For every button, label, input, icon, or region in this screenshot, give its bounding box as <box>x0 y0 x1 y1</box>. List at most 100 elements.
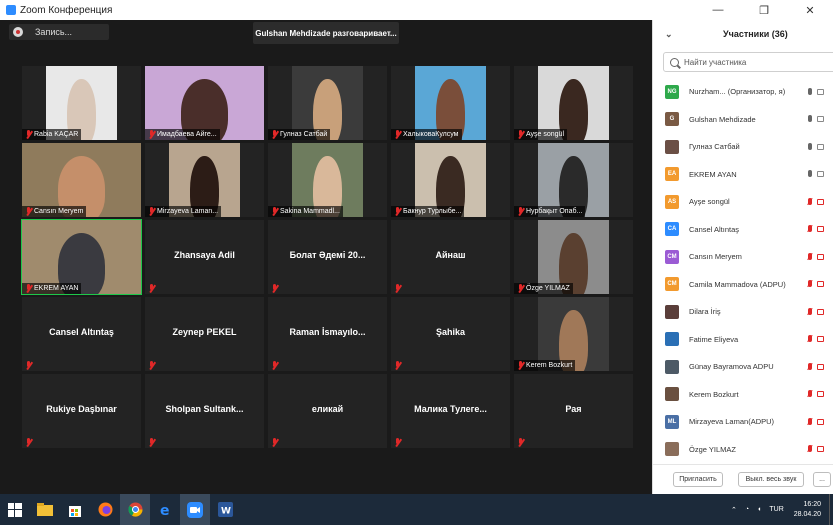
participant-tile[interactable]: EKREM AYAN <box>21 219 142 295</box>
muted-mic-icon <box>517 361 524 370</box>
participant-name: Cansın Meryem <box>34 208 84 215</box>
participant-tile[interactable]: Малика Тулеге... <box>391 374 510 448</box>
participants-title: Участники (36) <box>723 29 788 39</box>
participant-row[interactable]: NG Nurzham... (Организатор, я) <box>653 78 833 105</box>
participant-tile[interactable]: Zeynep PEKEL <box>145 297 264 371</box>
participant-name-tag: Cansın Meryem <box>22 206 87 217</box>
participant-tile[interactable]: Zhansaya Adil <box>145 220 264 294</box>
participant-row[interactable]: ML Mirzayeva Laman(ADPU) <box>653 408 833 435</box>
chrome-icon[interactable] <box>120 494 150 525</box>
restore-button[interactable]: ❐ <box>741 4 787 17</box>
participant-row[interactable]: CM Camila Mammadova (ADPU) <box>653 271 833 298</box>
muted-mic-icon[interactable] <box>808 252 824 262</box>
volume-icon[interactable]: ◖ <box>757 506 761 513</box>
language-indicator[interactable]: TUR <box>769 506 783 513</box>
participant-tile[interactable]: Имадбаева Айге... <box>145 66 264 140</box>
muted-mic-icon[interactable] <box>808 362 824 372</box>
participant-tile[interactable]: Болат Әдемі 20... <box>268 220 387 294</box>
svg-text:e: e <box>160 503 170 517</box>
participant-name: Özge YILMAZ <box>689 444 736 454</box>
participant-tile[interactable]: Şahika <box>391 297 510 371</box>
muted-mic-icon <box>148 284 155 293</box>
mute-all-button[interactable]: Выкл. весь звук <box>738 472 804 487</box>
participant-row[interactable]: Гулназ Сатбай <box>653 133 833 160</box>
close-button[interactable]: ✕ <box>787 4 833 17</box>
participant-tile[interactable]: Özge YILMAZ <box>514 220 633 294</box>
participant-row[interactable]: Kerem Bozkurt <box>653 381 833 408</box>
participant-row[interactable]: Fatime Eliyeva <box>653 326 833 353</box>
participant-tile[interactable]: Mirzayeva Laman... <box>145 143 264 217</box>
participant-tile[interactable]: Cansın Meryem <box>22 143 141 217</box>
muted-mic-icon[interactable] <box>808 334 824 344</box>
participant-name: Günay Bayramova ADPU <box>689 362 774 371</box>
clock[interactable]: 16:20 28.04.20 <box>794 500 821 520</box>
muted-mic-icon[interactable] <box>808 279 824 289</box>
participant-name: Mirzayeva Laman(ADPU) <box>689 417 775 426</box>
participant-tile[interactable]: Гулназ Сатбай <box>268 66 387 140</box>
participant-tile[interactable]: ХалыковаКулсум <box>391 66 510 140</box>
participant-name: Гулназ Сатбай <box>689 142 740 151</box>
firefox-icon[interactable] <box>90 494 120 525</box>
store-icon[interactable] <box>60 494 90 525</box>
word-icon[interactable]: W <box>210 494 240 525</box>
microphone-icon <box>808 142 812 150</box>
search-icon <box>670 57 679 67</box>
participant-tile[interactable]: Рая <box>514 374 633 448</box>
participant-row[interactable]: EA EKREM AYAN <box>653 161 833 188</box>
participant-tile[interactable]: Ayşe songül <box>514 66 633 140</box>
search-participant-input[interactable]: Найти участника <box>663 52 833 72</box>
muted-mic-icon <box>517 207 524 216</box>
invite-button[interactable]: Пригласить <box>673 472 723 487</box>
participants-panel: ⌄ Участники (36) Найти участника NG Nurzh… <box>652 20 833 494</box>
minimize-button[interactable]: — <box>695 4 741 16</box>
muted-mic-icon[interactable] <box>808 444 824 454</box>
muted-mic-icon <box>271 438 278 447</box>
participant-row[interactable]: AS Ayşe songül <box>653 188 833 215</box>
tray-chevron-icon[interactable]: ⌃ <box>731 506 737 514</box>
more-options-button[interactable]: ... <box>813 472 831 487</box>
muted-mic-icon[interactable] <box>808 224 824 234</box>
participant-row[interactable]: Dilara İriş <box>653 298 833 325</box>
participant-tile[interactable]: Айнаш <box>391 220 510 294</box>
participant-row[interactable]: G Gulshan Mehdizade <box>653 106 833 133</box>
participant-tile[interactable]: Rukiye Daşbınar <box>22 374 141 448</box>
participant-tile[interactable]: Бакнур Турлыбе... <box>391 143 510 217</box>
muted-mic-icon[interactable] <box>808 197 824 207</box>
notification-icon[interactable] <box>829 494 833 525</box>
collapse-chevron-icon[interactable]: ⌄ <box>665 29 673 40</box>
zoom-icon[interactable] <box>180 494 210 525</box>
mic-icon[interactable] <box>808 114 824 124</box>
participant-tile[interactable]: Sakina Mammadl... <box>268 143 387 217</box>
file-explorer-icon[interactable] <box>30 494 60 525</box>
wifi-icon[interactable]: ◔ <box>745 506 749 513</box>
muted-mic-icon[interactable] <box>808 307 824 317</box>
participant-tile[interactable]: Rabia KAÇAR <box>22 66 141 140</box>
mic-icon[interactable] <box>808 87 824 97</box>
edge-icon[interactable]: e <box>150 494 180 525</box>
muted-mic-icon <box>148 130 155 139</box>
mic-icon[interactable] <box>808 169 824 179</box>
avatar <box>665 442 679 456</box>
microphone-icon <box>808 197 812 205</box>
participant-name: Kerem Bozkurt <box>526 362 573 369</box>
windows-start-icon[interactable] <box>0 494 30 525</box>
participant-row[interactable]: CM Cansın Meryem <box>653 243 833 270</box>
participant-row[interactable]: CA Cansel Altıntaş <box>653 216 833 243</box>
participant-row[interactable]: Günay Bayramova ADPU <box>653 353 833 380</box>
avatar: AS <box>665 194 679 209</box>
participant-tile[interactable]: Нурбақыт Опаб... <box>514 143 633 217</box>
participant-tile[interactable]: еликай <box>268 374 387 448</box>
participant-name: Zeynep PEKEL <box>172 327 237 337</box>
mic-icon[interactable] <box>808 142 824 152</box>
participant-tile[interactable]: Sholpan Sultank... <box>145 374 264 448</box>
muted-mic-icon[interactable] <box>808 389 824 399</box>
muted-mic-icon <box>271 207 278 216</box>
recording-indicator[interactable]: Запись... <box>9 24 109 40</box>
avatar <box>665 332 679 346</box>
participant-tile[interactable]: Raman İsmayılo... <box>268 297 387 371</box>
participant-name: Малика Тулеге... <box>414 404 487 414</box>
participant-row[interactable]: Özge YILMAZ <box>653 436 833 463</box>
muted-mic-icon[interactable] <box>808 417 824 427</box>
participant-tile[interactable]: Cansel Altıntaş <box>22 297 141 371</box>
participant-tile[interactable]: Kerem Bozkurt <box>514 297 633 371</box>
